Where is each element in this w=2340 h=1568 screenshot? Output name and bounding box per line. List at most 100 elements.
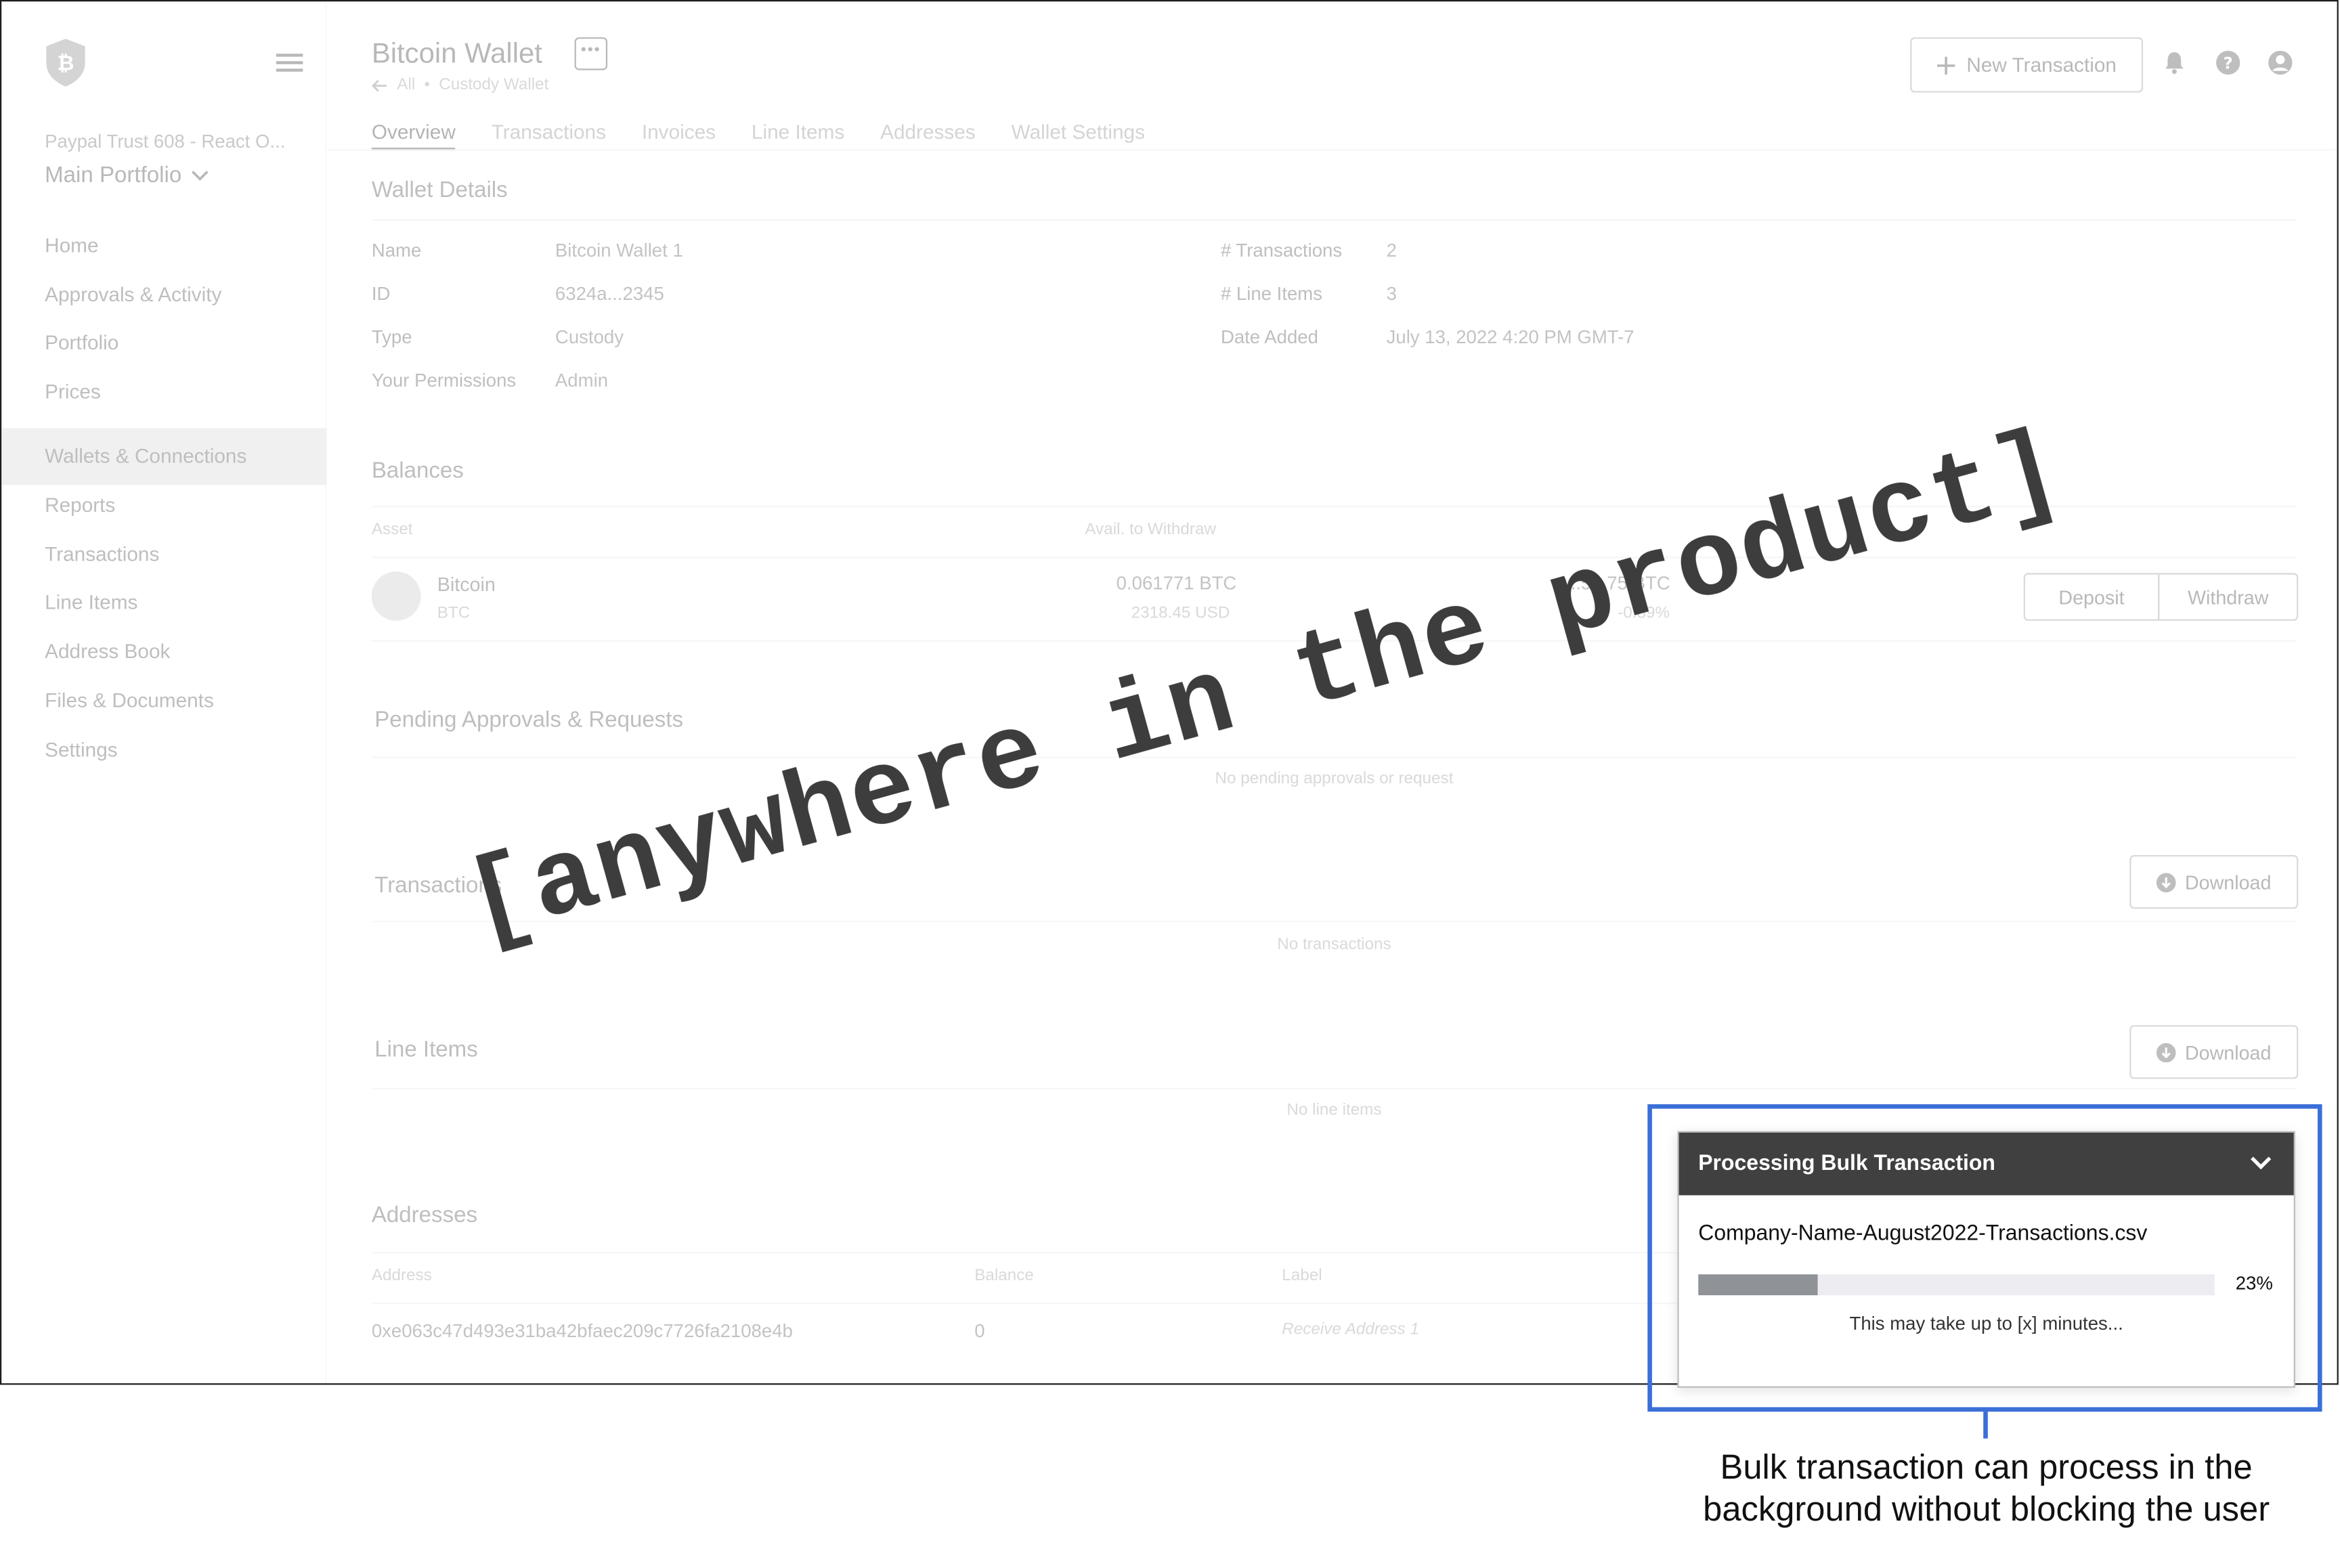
processing-panel: Processing Bulk Transaction Company-Name… bbox=[1677, 1131, 2295, 1388]
processing-note: This may take up to [x] minutes... bbox=[1849, 1313, 2123, 1334]
transactions-download-button[interactable]: Download bbox=[2129, 854, 2299, 909]
avail-usd: 2318.45 USD bbox=[1131, 604, 1230, 623]
pending-title: Pending Approvals & Requests bbox=[374, 707, 684, 733]
new-transaction-label: New Transaction bbox=[1966, 53, 2117, 77]
address-row-label: Receive Address 1 bbox=[1282, 1320, 1419, 1339]
permissions-value: Admin bbox=[555, 370, 609, 391]
deposit-label: Deposit bbox=[2058, 586, 2125, 609]
name-label: Name bbox=[371, 240, 422, 261]
sidebar-item-reports[interactable]: Reports bbox=[1, 477, 326, 534]
sidebar-item-wallets[interactable]: Wallets & Connections bbox=[1, 428, 327, 485]
chevron-down-icon bbox=[191, 170, 208, 180]
progress-bar bbox=[1698, 1274, 2215, 1296]
download-label: Download bbox=[2184, 871, 2272, 894]
callout-connector bbox=[1983, 1412, 1988, 1439]
tab-bar: Overview Transactions Invoices Line Item… bbox=[371, 121, 1145, 151]
line-items-title: Line Items bbox=[374, 1037, 478, 1063]
type-label: Type bbox=[371, 326, 412, 348]
processing-panel-header[interactable]: Processing Bulk Transaction bbox=[1678, 1132, 2294, 1196]
divider bbox=[371, 756, 2297, 758]
download-icon bbox=[2157, 872, 2176, 892]
help-icon[interactable]: ? bbox=[2215, 49, 2242, 77]
page-title: Bitcoin Wallet bbox=[371, 39, 542, 70]
portfolio-label: Main Portfolio bbox=[45, 162, 182, 188]
sidebar-item-home[interactable]: Home bbox=[1, 218, 326, 275]
download-icon bbox=[2157, 1042, 2176, 1062]
col-address: Address bbox=[371, 1267, 432, 1285]
user-avatar-icon[interactable] bbox=[2267, 49, 2294, 77]
line-items-download-button[interactable]: Download bbox=[2129, 1025, 2299, 1079]
divider bbox=[371, 1087, 2297, 1089]
sidebar: ₿ Paypal Trust 608 - React O... Main Por… bbox=[1, 1, 327, 1384]
caption-line-1: Bulk transaction can process in the bbox=[1720, 1447, 2253, 1487]
sidebar-item-portfolio[interactable]: Portfolio bbox=[1, 315, 326, 372]
address-row-address[interactable]: 0xe063c47d493e31ba42bfaec209c7726fa2108e… bbox=[372, 1321, 793, 1342]
date-added-label: Date Added bbox=[1220, 326, 1318, 348]
portfolio-selector[interactable]: Main Portfolio bbox=[45, 162, 209, 188]
caption-line-2: background without blocking the user bbox=[1703, 1489, 2270, 1528]
id-value: 6324a...2345 bbox=[555, 283, 664, 305]
chevron-down-icon[interactable] bbox=[2249, 1154, 2273, 1171]
tab-wallet-settings[interactable]: Wallet Settings bbox=[1012, 121, 1145, 151]
avail-btc: 0.061771 BTC bbox=[1116, 573, 1237, 594]
tx-count-label: # Transactions bbox=[1220, 240, 1343, 261]
withdraw-label: Withdraw bbox=[2187, 586, 2269, 609]
sidebar-item-line-items[interactable]: Line Items bbox=[1, 575, 326, 632]
pending-empty: No pending approvals or request bbox=[1215, 770, 1454, 788]
org-name: Paypal Trust 608 - React O... bbox=[45, 131, 286, 152]
header-divider bbox=[326, 149, 2337, 151]
address-row-balance: 0 bbox=[974, 1320, 985, 1342]
col-label: Label bbox=[1282, 1267, 1322, 1285]
date-added-value: July 13, 2022 4:20 PM GMT-7 bbox=[1386, 326, 1634, 348]
sidebar-item-settings[interactable]: Settings bbox=[1, 722, 326, 779]
new-transaction-button[interactable]: New Transaction bbox=[1910, 37, 2144, 93]
id-label: ID bbox=[371, 283, 391, 305]
tab-transactions[interactable]: Transactions bbox=[492, 121, 606, 151]
svg-text:?: ? bbox=[2224, 53, 2233, 72]
processing-title: Processing Bulk Transaction bbox=[1698, 1152, 1995, 1176]
balances-title: Balances bbox=[371, 458, 464, 484]
transactions-empty: No transactions bbox=[1277, 935, 1391, 954]
col-avail-withdraw: Avail. to Withdraw bbox=[1085, 521, 1216, 539]
tab-line-items[interactable]: Line Items bbox=[752, 121, 844, 151]
bitcoin-coin-icon bbox=[371, 571, 421, 621]
line-items-count-value: 3 bbox=[1386, 283, 1397, 305]
divider bbox=[371, 219, 2297, 221]
asset-ticker: BTC bbox=[437, 604, 471, 623]
plus-icon bbox=[1936, 56, 1955, 74]
hamburger-menu-icon[interactable] bbox=[276, 51, 303, 74]
asset-name: Bitcoin bbox=[437, 573, 496, 596]
progress-bar-fill bbox=[1698, 1274, 1817, 1296]
type-value: Custody bbox=[555, 326, 624, 348]
back-link[interactable]: All bbox=[397, 76, 415, 93]
col-balance: Balance bbox=[974, 1267, 1034, 1285]
name-value: Bitcoin Wallet 1 bbox=[555, 240, 683, 261]
tab-addresses[interactable]: Addresses bbox=[880, 121, 976, 151]
line-items-count-label: # Line Items bbox=[1220, 283, 1323, 305]
wallet-details-title: Wallet Details bbox=[371, 177, 508, 203]
ellipsis-icon bbox=[581, 47, 599, 51]
deposit-button[interactable]: Deposit bbox=[2023, 573, 2160, 621]
bitcoin-shield-logo-icon: ₿ bbox=[46, 39, 85, 87]
processing-file-name: Company-Name-August2022-Transactions.csv bbox=[1698, 1222, 2148, 1246]
sidebar-item-prices[interactable]: Prices bbox=[1, 364, 326, 421]
sidebar-item-files[interactable]: Files & Documents bbox=[1, 673, 326, 730]
permissions-label: Your Permissions bbox=[371, 370, 517, 391]
svg-text:₿: ₿ bbox=[57, 51, 74, 76]
bell-icon[interactable] bbox=[2161, 49, 2188, 77]
withdraw-button[interactable]: Withdraw bbox=[2158, 573, 2299, 621]
tab-overview[interactable]: Overview bbox=[371, 121, 456, 151]
addresses-title: Addresses bbox=[371, 1202, 478, 1228]
tx-count-value: 2 bbox=[1386, 240, 1397, 261]
sidebar-item-address-book[interactable]: Address Book bbox=[1, 624, 326, 680]
more-options-button[interactable] bbox=[574, 37, 608, 70]
divider bbox=[371, 557, 2297, 559]
breadcrumb-subtitle: Custody Wallet bbox=[439, 76, 549, 94]
arrow-left-icon bbox=[371, 79, 387, 91]
download-label: Download bbox=[2184, 1041, 2272, 1064]
tab-invoices[interactable]: Invoices bbox=[642, 121, 716, 151]
col-asset: Asset bbox=[371, 521, 413, 539]
callout-caption: Bulk transaction can process in the back… bbox=[1641, 1446, 2331, 1529]
breadcrumb: All • Custody Wallet bbox=[371, 76, 549, 94]
breadcrumb-separator: • bbox=[424, 76, 430, 94]
